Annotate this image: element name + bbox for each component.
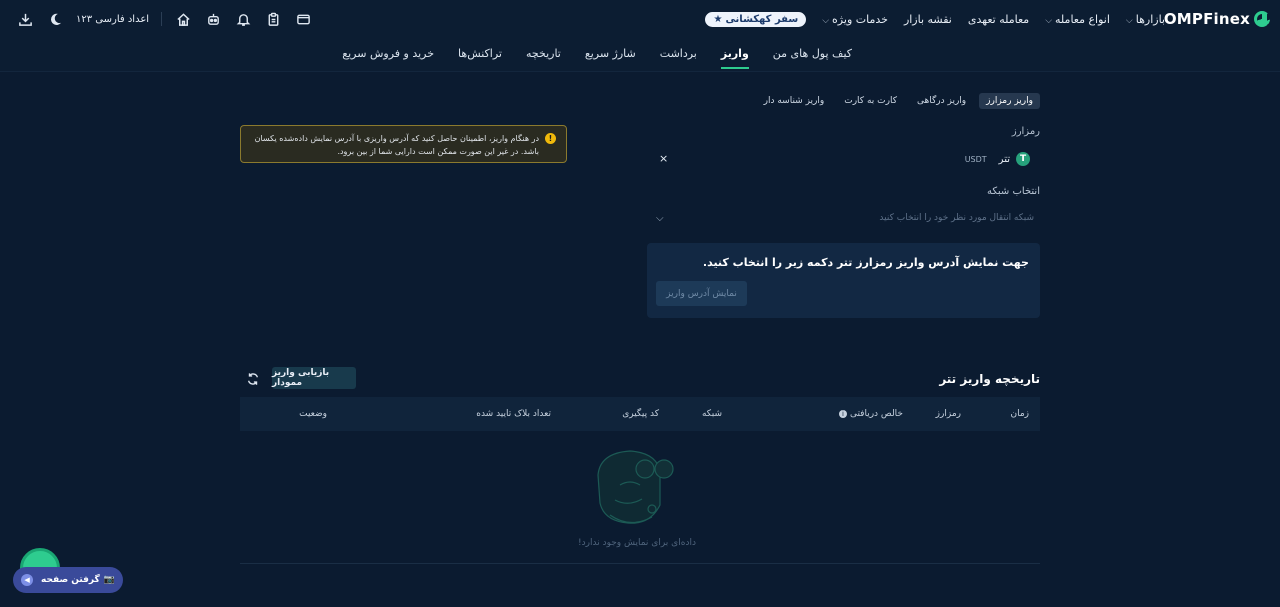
selected-coin: T تتر USDT	[965, 152, 1030, 166]
menu-market-map[interactable]: نقشه بازار	[904, 13, 952, 26]
header-divider	[161, 12, 163, 26]
col-confirmed-blocks: تعداد بلاک تایید شده	[476, 409, 551, 419]
tab-gateway-deposit[interactable]: واریز درگاهی	[910, 93, 973, 109]
nav-transactions[interactable]: تراکنش‌ها	[458, 47, 502, 69]
chevron-down-icon: ⌵	[822, 16, 830, 26]
chevron-down-icon: ⌵	[656, 212, 664, 224]
warning-text: در هنگام واریز، اطمینان حاصل کنید که آدر…	[254, 134, 539, 156]
menu-margin[interactable]: معامله تعهدی	[968, 13, 1029, 26]
deposit-warning: ! در هنگام واریز، اطمینان حاصل کنید که آ…	[240, 125, 567, 163]
star-icon: ★	[713, 14, 723, 25]
col-tracking-code: کد پیگیری	[622, 409, 659, 419]
bell-icon[interactable]	[234, 10, 252, 28]
tab-card-to-card[interactable]: کارت به کارت	[837, 93, 904, 109]
menu-trade-types[interactable]: انواع معامله⌵	[1045, 13, 1110, 26]
tether-icon: T	[1016, 152, 1030, 166]
recover-deposit-button[interactable]: بازیابی واریز ممودار	[272, 367, 356, 389]
menu-markets[interactable]: بازارها⌵	[1126, 13, 1165, 26]
table-bottom-divider	[240, 563, 1040, 564]
download-icon[interactable]	[16, 10, 34, 28]
col-net-received: خالص دریافتی i	[838, 409, 903, 419]
page-capture-label: گرفتن صفحه	[41, 575, 100, 585]
brand-logo[interactable]: OMPFinex	[1164, 9, 1270, 29]
numerals-toggle[interactable]: اعداد فارسی ۱۲۳	[76, 14, 149, 25]
crypto-select[interactable]: T تتر USDT ×	[647, 148, 1040, 170]
tab-id-deposit[interactable]: واریز شناسه دار	[757, 93, 832, 109]
address-panel: جهت نمایش آدرس واریز رمزارز تتر دکمه زیر…	[647, 243, 1040, 318]
main-menu: بازارها⌵ انواع معامله⌵ معامله تعهدی نقشه…	[705, 12, 1165, 27]
col-network: شبکه	[701, 409, 722, 419]
logo-icon	[1254, 11, 1270, 27]
robot-icon[interactable]	[204, 10, 222, 28]
deposit-tabs: واریز رمزارز واریز درگاهی کارت به کارت و…	[757, 93, 1040, 109]
moon-icon[interactable]	[46, 10, 64, 28]
history-table-header: زمان رمزارز خالص دریافتی i شبکه کد پیگیری…	[240, 397, 1040, 431]
tab-crypto-deposit[interactable]: واریز رمزارز	[979, 93, 1040, 109]
nav-withdraw[interactable]: برداشت	[660, 47, 697, 69]
coin-name: تتر	[998, 153, 1010, 165]
nav-history[interactable]: تاریخچه	[526, 47, 561, 69]
chevron-down-icon: ⌵	[1125, 16, 1133, 26]
empty-state-illustration	[590, 445, 680, 530]
wallet-icon[interactable]	[294, 10, 312, 28]
refresh-icon[interactable]	[246, 371, 260, 385]
page-capture-button[interactable]: 📷 گرفتن صفحه ◀	[13, 567, 123, 593]
arrow-icon: ◀	[21, 574, 33, 586]
network-placeholder: شبکه انتقال مورد نظر خود را انتخاب کنید	[879, 213, 1034, 223]
info-icon[interactable]: i	[838, 410, 847, 418]
home-icon[interactable]	[174, 10, 192, 28]
warning-icon: !	[545, 133, 556, 144]
show-address-button[interactable]: نمایش آدرس واریز	[656, 281, 747, 306]
address-panel-title: جهت نمایش آدرس واریز رمزارز تتر دکمه زیر…	[702, 256, 1029, 269]
nav-my-wallets[interactable]: کیف پول های من	[773, 47, 852, 69]
network-select[interactable]: شبکه انتقال مورد نظر خود را انتخاب کنید …	[650, 207, 1040, 229]
col-status: وضعیت	[299, 409, 327, 419]
clear-icon[interactable]: ×	[659, 152, 668, 165]
sub-nav: کیف پول های من واریز برداشت شارژ سریع تا…	[342, 47, 852, 69]
nav-deposit[interactable]: واریز	[720, 47, 749, 69]
logo-text: OMPFinex	[1163, 10, 1250, 28]
menu-special-services[interactable]: خدمات ویژه⌵	[822, 13, 888, 26]
network-label: انتخاب شبکه	[987, 186, 1040, 197]
chevron-down-icon: ⌵	[1045, 16, 1053, 26]
empty-state-text: داده‌ای برای نمایش وجود ندارد!	[578, 538, 696, 548]
crypto-label: رمزارز	[1011, 126, 1040, 137]
nav-quick-buy-sell[interactable]: خرید و فروش سریع	[342, 47, 434, 69]
nav-quick-charge[interactable]: شارژ سریع	[585, 47, 636, 69]
header-tools: اعداد فارسی ۱۲۳	[16, 10, 312, 28]
col-crypto: رمزارز	[935, 409, 961, 419]
history-title: تاریخچه واریز تتر	[939, 372, 1040, 386]
promo-badge[interactable]: سفر کهکشانی ★	[705, 12, 807, 27]
clipboard-icon[interactable]	[264, 10, 282, 28]
col-time: زمان	[1010, 409, 1029, 419]
coin-symbol: USDT	[964, 154, 987, 164]
camera-icon: 📷	[103, 575, 115, 585]
